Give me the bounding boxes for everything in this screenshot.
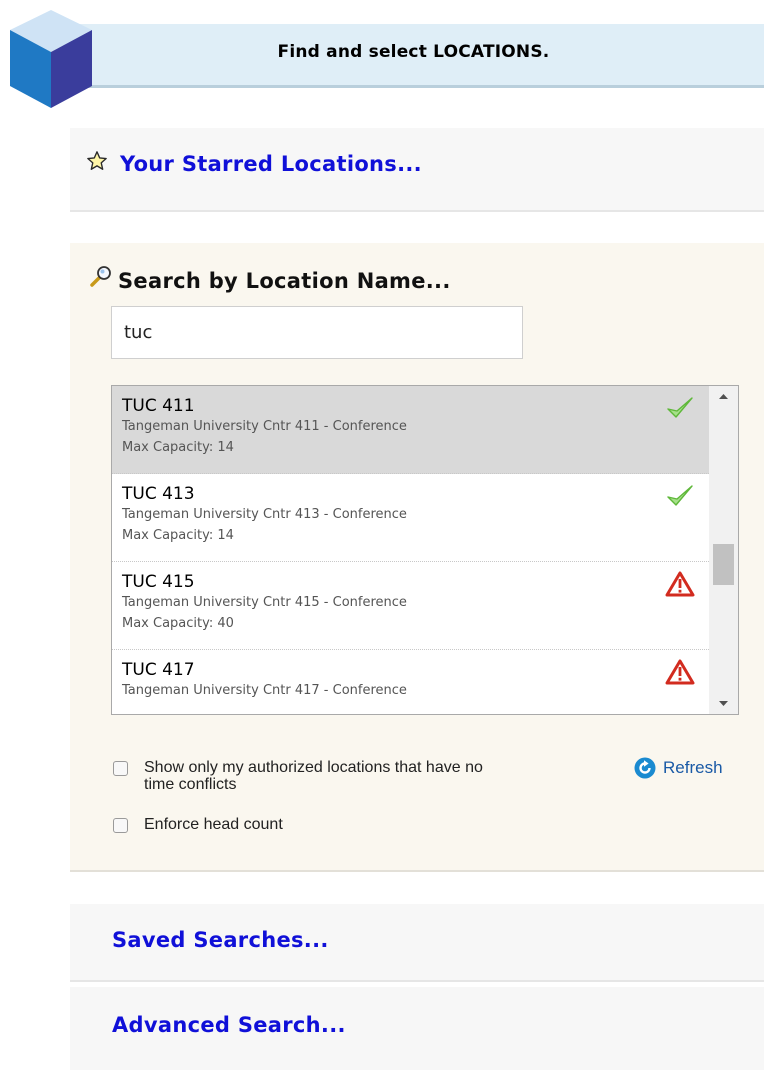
result-description: Tangeman University Cntr 411 - Conferenc… [122, 419, 407, 434]
result-item-tuc-411[interactable]: TUC 411 Tangeman University Cntr 411 - C… [112, 386, 709, 474]
page: Find and select LOCATIONS. Your Starred … [0, 0, 764, 1070]
search-heading: Search by Location Name... [118, 269, 451, 293]
search-input[interactable] [111, 306, 523, 359]
result-item-tuc-417[interactable]: TUC 417 Tangeman University Cntr 417 - C… [112, 650, 709, 714]
warning-triangle-icon [665, 659, 695, 685]
authorized-locations-checkbox[interactable] [113, 761, 128, 776]
result-code: TUC 413 [122, 484, 195, 504]
advanced-search-panel: Advanced Search... [70, 987, 764, 1070]
starred-locations-panel: Your Starred Locations... [70, 128, 764, 212]
refresh-icon [634, 757, 656, 779]
result-capacity: Max Capacity: 14 [122, 440, 234, 455]
star-icon [87, 151, 107, 170]
page-title: Find and select LOCATIONS. [277, 42, 550, 62]
authorized-locations-option[interactable]: Show only my authorized locations that h… [113, 759, 514, 793]
advanced-search-link[interactable]: Advanced Search... [112, 1013, 346, 1037]
result-code: TUC 415 [122, 572, 195, 592]
results-listbox: TUC 411 Tangeman University Cntr 411 - C… [111, 385, 739, 715]
warning-triangle-icon [665, 571, 695, 597]
enforce-head-count-label: Enforce head count [144, 816, 283, 833]
enforce-head-count-option[interactable]: Enforce head count [113, 816, 514, 833]
scroll-down-arrow-icon[interactable] [709, 692, 738, 714]
saved-searches-panel: Saved Searches... [70, 904, 764, 982]
magnifier-icon [90, 266, 111, 287]
saved-searches-link[interactable]: Saved Searches... [112, 928, 329, 952]
authorized-locations-label: Show only my authorized locations that h… [144, 759, 483, 793]
refresh-label: Refresh [663, 758, 723, 777]
result-capacity: Max Capacity: 14 [122, 528, 234, 543]
refresh-button[interactable]: Refresh [634, 757, 723, 779]
results-list: TUC 411 Tangeman University Cntr 411 - C… [112, 386, 709, 714]
result-code: TUC 411 [122, 396, 195, 416]
page-header: Find and select LOCATIONS. [63, 24, 764, 88]
cube-logo-icon [10, 10, 92, 108]
result-code: TUC 417 [122, 660, 195, 680]
checkmark-icon [667, 485, 693, 506]
search-by-name-panel: Search by Location Name... TUC 411 Tange… [70, 243, 764, 872]
result-description: Tangeman University Cntr 413 - Conferenc… [122, 507, 407, 522]
result-description: Tangeman University Cntr 415 - Conferenc… [122, 595, 407, 610]
result-item-tuc-415[interactable]: TUC 415 Tangeman University Cntr 415 - C… [112, 562, 709, 650]
scroll-up-arrow-icon[interactable] [709, 386, 738, 408]
results-scrollbar[interactable] [709, 386, 738, 714]
enforce-head-count-checkbox[interactable] [113, 818, 128, 833]
result-description: Tangeman University Cntr 417 - Conferenc… [122, 683, 407, 698]
starred-locations-link[interactable]: Your Starred Locations... [120, 152, 422, 176]
result-capacity: Max Capacity: 40 [122, 616, 234, 631]
scroll-thumb[interactable] [713, 544, 734, 585]
checkmark-icon [667, 397, 693, 418]
result-item-tuc-413[interactable]: TUC 413 Tangeman University Cntr 413 - C… [112, 474, 709, 562]
